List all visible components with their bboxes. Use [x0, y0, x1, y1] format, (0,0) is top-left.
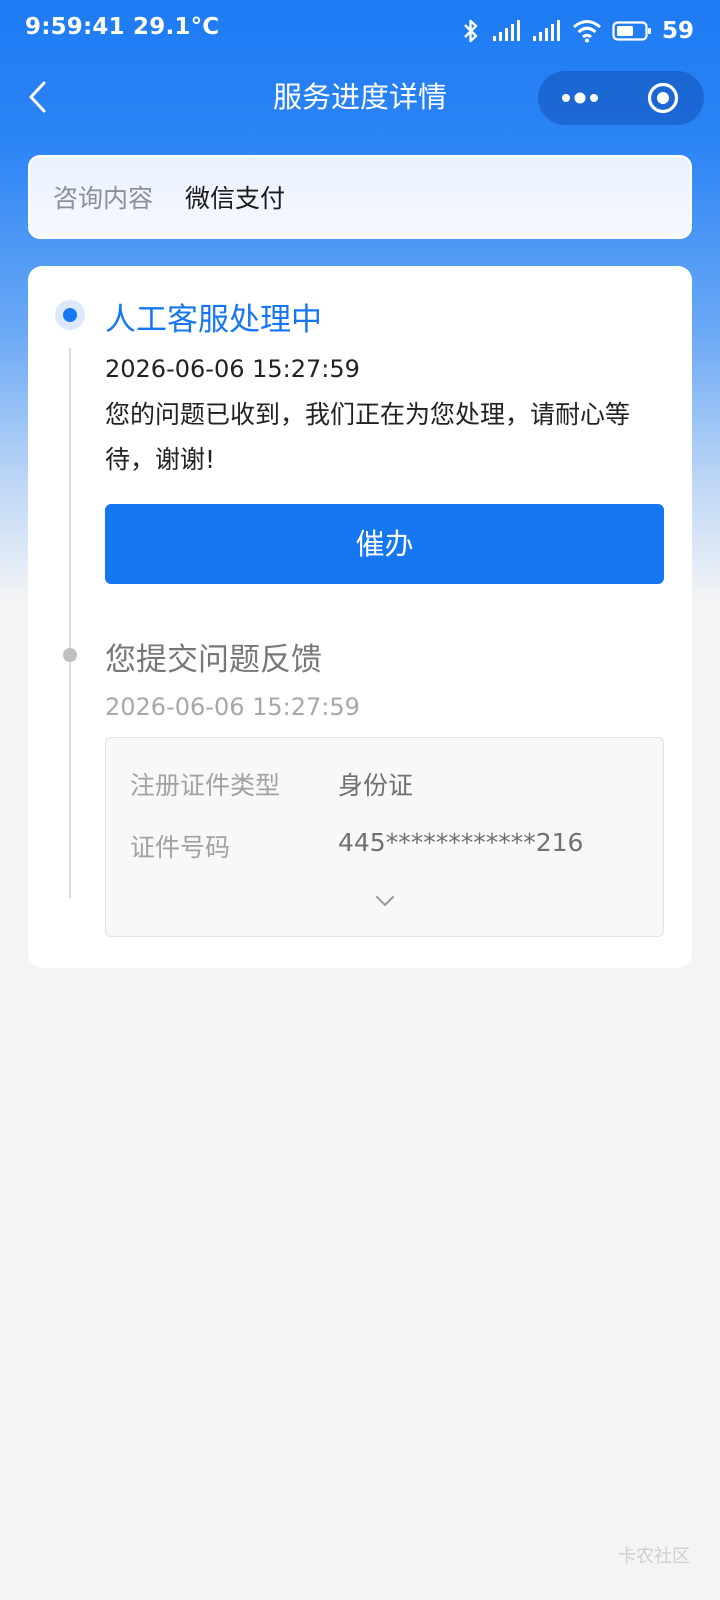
- step-time: 2026-06-06 15:27:59: [105, 355, 360, 383]
- miniprogram-capsule: [538, 71, 704, 125]
- progress-card: 人工客服处理中 2026-06-06 15:27:59 您的问题已收到，我们正在…: [28, 266, 692, 968]
- more-button[interactable]: [538, 71, 621, 125]
- timeline-line: [69, 348, 71, 898]
- detail-label: 证件号码: [130, 833, 231, 862]
- status-bar: 9:59:41 29.1°C 59: [0, 0, 720, 62]
- signal-icon: [532, 20, 560, 41]
- back-button[interactable]: [18, 74, 58, 120]
- inquiry-label: 咨询内容: [53, 184, 154, 213]
- detail-label: 注册证件类型: [130, 771, 281, 800]
- nav-bar: 服务进度详情: [0, 66, 720, 128]
- more-dots-icon: [561, 92, 598, 104]
- step-title: 人工客服处理中: [105, 302, 322, 338]
- close-miniprogram-button[interactable]: [621, 71, 704, 125]
- chevron-down-icon: [376, 896, 394, 906]
- expand-details-button[interactable]: [363, 884, 407, 918]
- inquiry-value: 微信支付: [185, 184, 286, 213]
- step-done-dot: [63, 648, 77, 662]
- battery-icon: [612, 21, 651, 41]
- detail-value: 身份证: [338, 771, 414, 800]
- urge-button[interactable]: 催办: [105, 504, 664, 584]
- battery-level: 59: [661, 18, 694, 44]
- submission-details: 注册证件类型 身份证 证件号码 445************216: [105, 737, 664, 937]
- watermark: 卡农社区: [618, 1546, 690, 1567]
- step-time: 2026-06-06 15:27:59: [105, 693, 360, 721]
- wifi-icon: [573, 20, 601, 43]
- status-time: 9:59:41: [25, 14, 125, 40]
- inquiry-card: 咨询内容 微信支付: [28, 155, 692, 239]
- signal-icon: [492, 20, 520, 41]
- step-message: 您的问题已收到，我们正在为您处理，请耐心等待，谢谢!: [105, 400, 631, 474]
- target-circle-icon: [647, 82, 678, 114]
- detail-value: 445************216: [338, 828, 584, 857]
- step-active-dot: [55, 300, 85, 330]
- status-time-temp: 9:59:41 29.1°C: [25, 14, 219, 40]
- chevron-left-icon: [29, 81, 46, 113]
- step-title: 您提交问题反馈: [105, 642, 322, 678]
- status-temperature: 29.1°C: [133, 14, 220, 40]
- status-icons: 59: [460, 14, 694, 48]
- bluetooth-icon: [464, 19, 478, 43]
